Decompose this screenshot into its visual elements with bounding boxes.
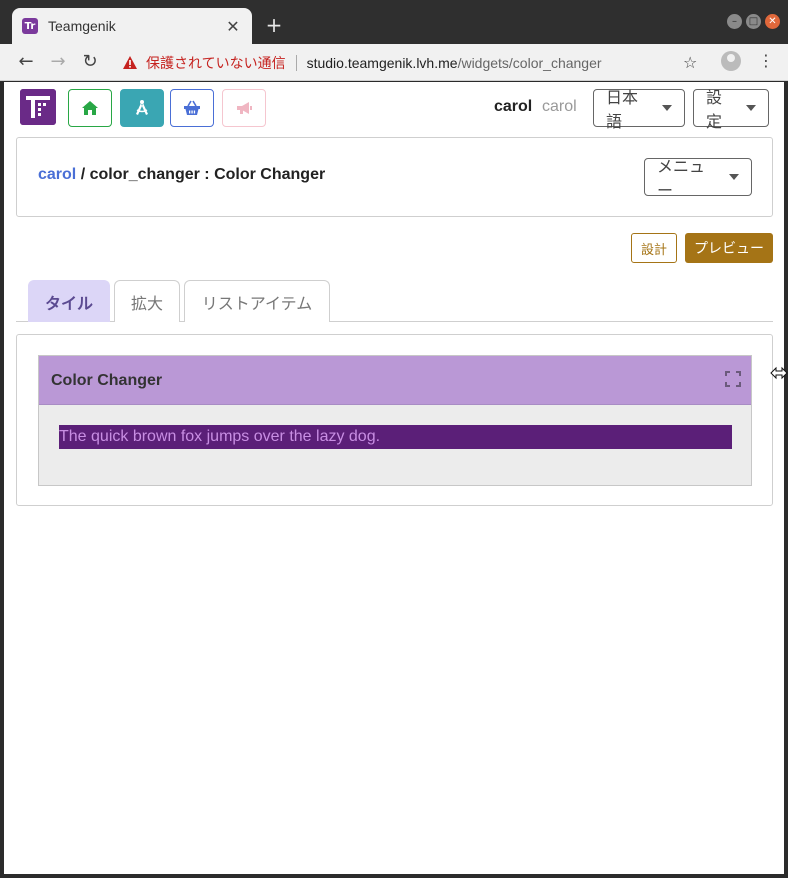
current-user-name: carol	[494, 98, 533, 115]
address-bar[interactable]: 保護されていない通信 studio.teamgenik.lvh.me/widge…	[114, 48, 704, 78]
browser-toolbar: ← → ↻ 保護されていない通信 studio.teamgenik.lvh.me…	[0, 44, 788, 81]
omnibox-divider	[295, 55, 297, 71]
forward-icon[interactable]: →	[46, 50, 70, 74]
settings-label: 設定	[706, 90, 723, 131]
tile-preview-card: Color Changer The quick brown fox jumps …	[16, 334, 773, 506]
page-title: color_changer : Color Changer	[89, 166, 326, 183]
shop-button[interactable]	[170, 89, 214, 127]
menu-dropdown[interactable]: メニュー	[644, 158, 752, 200]
page-viewport: carol carol 日本語 設定 carol / color_changer…	[4, 82, 784, 874]
language-label: 日本語	[606, 90, 639, 131]
language-dropdown[interactable]: 日本語	[593, 89, 685, 131]
settings-dropdown[interactable]: 設定	[693, 89, 769, 131]
drafting-compass-icon	[136, 100, 148, 115]
basket-icon	[184, 100, 200, 115]
security-label: 保護されていない通信	[146, 55, 286, 71]
browser-tab[interactable]: Tr Teamgenik ✕	[12, 8, 252, 44]
teamgenik-logo-icon[interactable]	[20, 89, 56, 125]
tab-close-icon[interactable]: ✕	[224, 17, 242, 36]
expand-icon[interactable]	[725, 371, 741, 387]
maximize-icon[interactable]: □	[746, 14, 761, 29]
menu-label: メニュー	[657, 159, 706, 200]
back-icon[interactable]: ←	[14, 50, 38, 74]
new-tab-icon[interactable]: +	[264, 13, 284, 37]
caret-down-icon	[662, 105, 672, 111]
breadcrumb-separator: /	[76, 166, 90, 183]
preview-button[interactable]: プレビュー	[685, 233, 773, 263]
breadcrumb: carol / color_changer : Color Changer	[38, 166, 325, 184]
tab-tile[interactable]: タイル	[28, 280, 110, 322]
design-button[interactable]: 設計	[631, 233, 677, 263]
browser-titlebar: Tr Teamgenik ✕ + – □ ✕	[0, 0, 788, 44]
home-icon	[82, 101, 98, 115]
warning-icon	[123, 56, 137, 69]
close-window-icon[interactable]: ✕	[765, 14, 780, 29]
browser-menu-icon[interactable]: ⋮	[758, 51, 774, 70]
minimize-icon[interactable]: –	[727, 14, 742, 29]
announcement-button[interactable]	[222, 89, 266, 127]
home-button[interactable]	[68, 89, 112, 127]
breadcrumb-owner-link[interactable]: carol	[38, 166, 76, 183]
caret-down-icon	[746, 105, 756, 111]
tab-title: Teamgenik	[48, 18, 116, 34]
reload-icon[interactable]: ↻	[78, 50, 102, 74]
profile-avatar-icon[interactable]	[721, 51, 741, 71]
widget-tile: Color Changer The quick brown fox jumps …	[38, 355, 752, 486]
url-host: studio.teamgenik.lvh.me	[306, 55, 458, 71]
top-navbar: carol carol 日本語 設定	[4, 82, 784, 134]
widget-title: Color Changer	[51, 372, 163, 389]
favicon-icon: Tr	[22, 18, 38, 34]
megaphone-icon	[237, 102, 252, 114]
tab-expanded[interactable]: 拡大	[114, 280, 180, 322]
compass-button[interactable]	[120, 89, 164, 127]
current-user-handle: carol	[542, 98, 577, 115]
url-path: /widgets/color_changer	[457, 55, 602, 71]
tab-list-item[interactable]: リストアイテム	[184, 280, 330, 322]
caret-down-icon	[729, 174, 739, 180]
bookmark-star-icon[interactable]: ☆	[683, 53, 697, 72]
color-demo-text: The quick brown fox jumps over the lazy …	[59, 425, 732, 449]
resize-cursor-icon	[770, 366, 788, 380]
widget-header-card: carol / color_changer : Color Changer メニ…	[16, 137, 773, 217]
view-tabs: タイル 拡大 リストアイテム	[16, 280, 773, 322]
widget-tile-header: Color Changer	[39, 356, 751, 405]
